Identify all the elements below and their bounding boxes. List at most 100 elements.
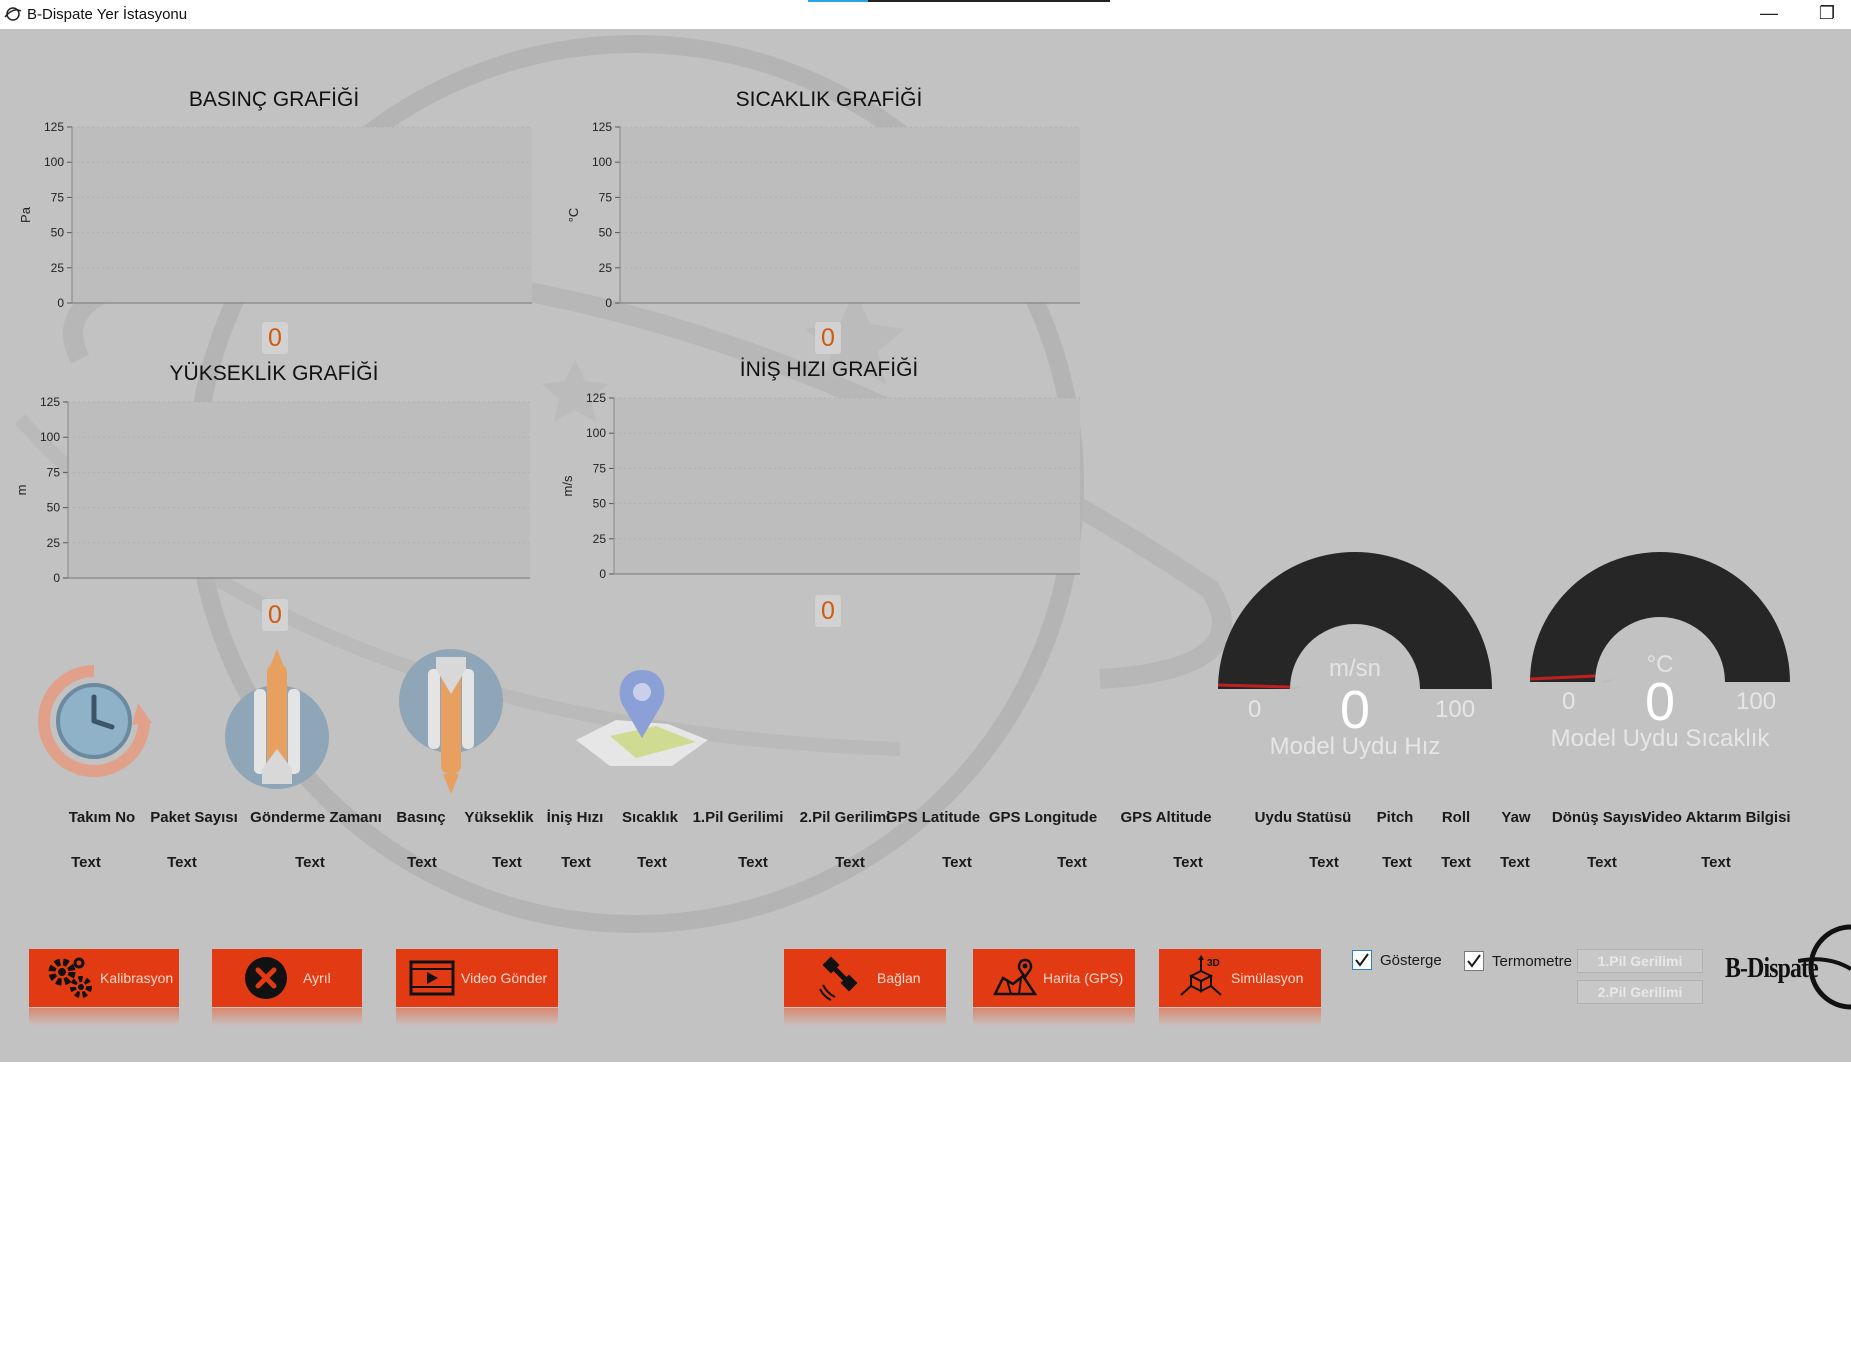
map-pin-icon xyxy=(576,670,708,766)
column-header: GPS Latitude xyxy=(885,809,981,826)
column-value: Text xyxy=(561,854,591,871)
restore-button[interactable]: ❐ xyxy=(1812,3,1842,24)
column-value: Text xyxy=(295,854,325,871)
chart-reading: 0 xyxy=(262,599,288,631)
y-axis-label: Pa xyxy=(18,206,33,223)
column-value: Text xyxy=(492,854,522,871)
plot-area xyxy=(620,127,1080,303)
button-label: Bağlan xyxy=(877,970,921,986)
column-header: Uydu Statüsü xyxy=(1254,809,1352,826)
column-header: Takım No xyxy=(68,809,136,826)
shuttle-landing-icon xyxy=(399,649,503,794)
app-logo-icon xyxy=(4,7,22,21)
video-gonder-button[interactable]: Video Gönder xyxy=(396,949,558,1007)
column-header: Yaw xyxy=(1501,809,1531,826)
y-tick-label: 50 xyxy=(599,226,613,240)
button-reflection xyxy=(29,1008,179,1026)
button-reflection xyxy=(784,1008,946,1026)
minimize-button[interactable]: — xyxy=(1754,3,1784,24)
y-axis-label: m xyxy=(14,485,29,496)
y-tick-label: 0 xyxy=(599,567,606,581)
y-tick-label: 75 xyxy=(47,465,61,479)
gauge-min: 0 xyxy=(1248,696,1262,723)
y-tick-label: 0 xyxy=(57,296,64,310)
column-header: Video Aktarım Bilgisi xyxy=(1641,809,1791,826)
y-tick-label: 0 xyxy=(605,296,612,310)
column-header: Roll xyxy=(1441,809,1471,826)
button-label: Harita (GPS) xyxy=(1043,970,1124,986)
y-axis-label: m/s xyxy=(560,475,575,496)
column-value: Text xyxy=(1309,854,1339,871)
baglan-button[interactable]: Bağlan xyxy=(784,949,946,1007)
column-header: 2.Pil Gerilimi xyxy=(799,809,891,826)
column-header: Dönüş Sayısı xyxy=(1551,809,1647,826)
column-value: Text xyxy=(1173,854,1203,871)
button-label: Video Gönder xyxy=(461,970,548,986)
button-reflection xyxy=(396,1008,558,1026)
brand-planet-icon xyxy=(1798,924,1851,1010)
gears-icon xyxy=(48,957,92,998)
button-label: Ayrıl xyxy=(303,970,331,986)
column-value: Text xyxy=(1587,854,1617,871)
plot-area xyxy=(72,127,532,303)
chart-plot: 125 100 75 50 25 0 m xyxy=(14,395,530,585)
y-tick-label: 25 xyxy=(47,536,61,550)
y-tick-label: 125 xyxy=(586,391,606,405)
plot-area xyxy=(68,402,530,578)
column-value: Text xyxy=(407,854,437,871)
y-tick-label: 125 xyxy=(592,120,612,134)
checkbox-label: Gösterge xyxy=(1380,951,1442,969)
y-tick-label: 50 xyxy=(51,226,65,240)
column-header: GPS Longitude xyxy=(988,809,1098,826)
y-tick-label: 0 xyxy=(53,571,60,585)
checkbox-box[interactable] xyxy=(1352,950,1372,970)
column-header: Basınç xyxy=(396,809,446,826)
column-header: Yükseklik xyxy=(464,809,534,826)
column-value: Text xyxy=(1441,854,1471,871)
column-header: İniş Hızı xyxy=(546,809,604,826)
gauge-min: 0 xyxy=(1562,688,1576,715)
y-tick-label: 75 xyxy=(51,190,65,204)
simulasyon-button[interactable]: 3D Simülasyon xyxy=(1159,949,1321,1007)
pil2-button[interactable]: 2.Pil Gerilimi xyxy=(1577,980,1703,1004)
gauge-label: Model Uydu Sıcaklık xyxy=(1550,725,1770,752)
column-header: 1.Pil Gerilimi xyxy=(692,809,784,826)
checkbox-label: Termometre xyxy=(1492,952,1573,970)
chart-plot: 125 100 75 50 25 0 °C xyxy=(566,120,1080,310)
chart-reading: 0 xyxy=(815,595,841,627)
svg-text:3D: 3D xyxy=(1207,958,1220,969)
checkbox-box[interactable] xyxy=(1464,951,1484,971)
pil1-button[interactable]: 1.Pil Gerilimi xyxy=(1577,949,1703,973)
gauge-max: 100 xyxy=(1736,688,1777,715)
title-progress-strip xyxy=(808,0,1110,2)
yukseklik-chart: YÜKSEKLİK GRAFİĞİ 125 100 75 50 25 0 m 0 xyxy=(0,334,560,631)
y-tick-label: 50 xyxy=(593,497,607,511)
chart-plot: 125 100 75 50 25 0 Pa xyxy=(18,120,532,310)
harita-gps-button[interactable]: Harita (GPS) xyxy=(973,949,1135,1007)
gosterge-checkbox[interactable]: Gösterge xyxy=(1352,950,1442,970)
ayril-button[interactable]: Ayrıl xyxy=(212,949,362,1007)
y-axis-label: °C xyxy=(566,208,581,223)
temperature-gauge: °C 0 0 100 Model Uydu Sıcaklık xyxy=(1520,549,1800,789)
button-reflection xyxy=(973,1008,1135,1026)
y-tick-label: 25 xyxy=(593,532,607,546)
y-tick-label: 100 xyxy=(592,155,612,169)
gauge-max: 100 xyxy=(1435,696,1476,723)
y-tick-label: 25 xyxy=(599,261,613,275)
column-value: Text xyxy=(738,854,768,871)
kalibrasyon-button[interactable]: Kalibrasyon xyxy=(29,949,179,1007)
button-reflection xyxy=(1159,1008,1321,1026)
speed-gauge: m/sn 0 0 100 Model Uydu Hız xyxy=(1210,549,1500,789)
y-tick-label: 125 xyxy=(44,120,64,134)
y-tick-label: 25 xyxy=(51,261,65,275)
checkmark-icon xyxy=(1355,953,1369,967)
column-header: Paket Sayısı xyxy=(150,809,238,826)
sicaklik-chart: SICAKLIK GRAFİĞİ 125 100 75 50 25 0 °C 0 xyxy=(555,57,1115,354)
termometre-checkbox[interactable]: Termometre xyxy=(1464,951,1572,971)
title-bar: B-Dispate Yer İstasyonu — ❐ xyxy=(0,0,1851,29)
column-value: Text xyxy=(1057,854,1087,871)
column-value: Text xyxy=(167,854,197,871)
chart-plot: 125 100 75 50 25 0 m/s xyxy=(560,391,1080,581)
column-value: Text xyxy=(1701,854,1731,871)
column-header: GPS Altitude xyxy=(1120,809,1212,826)
